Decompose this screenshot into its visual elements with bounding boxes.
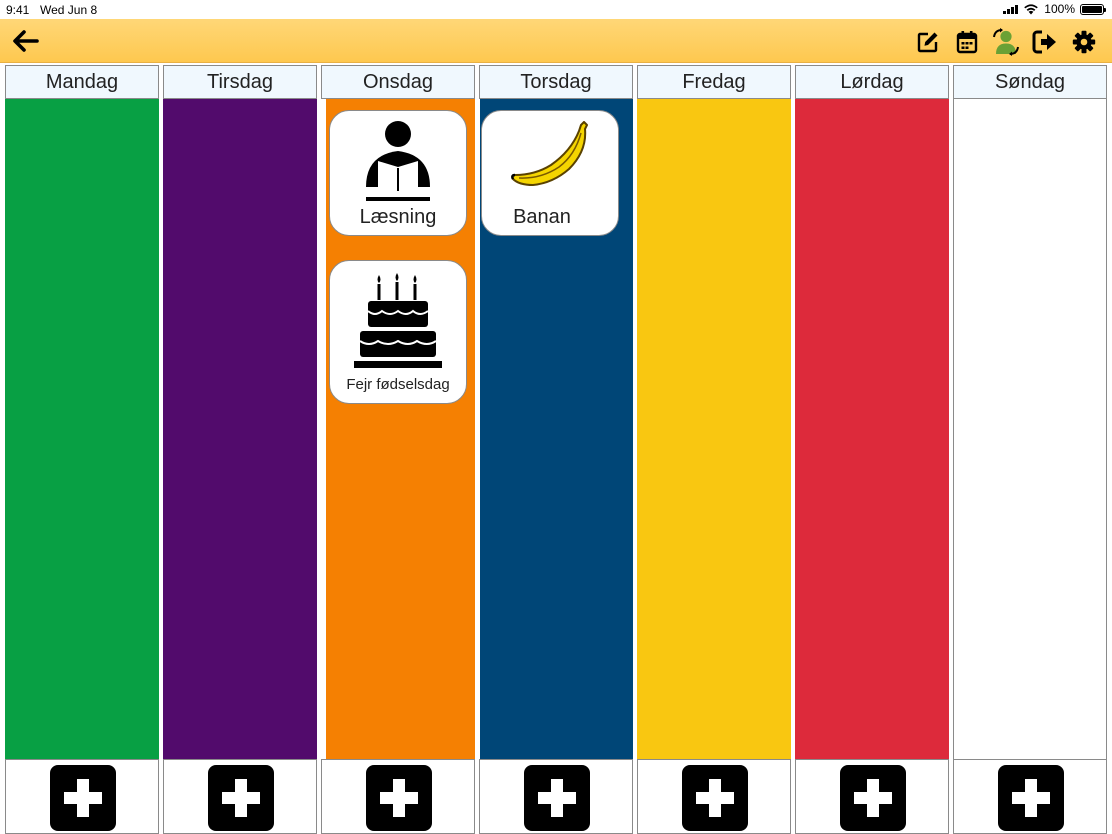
switch-user-icon (992, 28, 1019, 56)
edit-button[interactable] (913, 28, 942, 56)
day-column-tirsdag: Tirsdag (163, 64, 317, 834)
plus-icon-bar (64, 792, 102, 804)
gear-icon (1072, 30, 1095, 54)
day-body[interactable] (5, 99, 159, 759)
calendar-icon (956, 31, 977, 54)
add-activity-button[interactable] (998, 765, 1064, 831)
top-toolbar (0, 19, 1112, 63)
day-header: Mandag (5, 65, 159, 99)
day-footer (795, 759, 949, 834)
day-header: Fredag (637, 65, 791, 99)
plus-icon-bar (538, 792, 576, 804)
back-button[interactable] (10, 28, 40, 54)
plus-icon-bar (380, 792, 418, 804)
day-footer (479, 759, 633, 834)
day-footer (321, 759, 475, 834)
toolbar-actions (913, 28, 1098, 56)
logout-button[interactable] (1030, 28, 1059, 56)
status-date: Wed Jun 8 (40, 3, 98, 17)
day-header: Søndag (953, 65, 1107, 99)
day-body[interactable] (637, 99, 791, 759)
settings-button[interactable] (1069, 28, 1098, 56)
day-body[interactable] (795, 99, 949, 759)
day-footer (637, 759, 791, 834)
activity-card[interactable]: Læsning (329, 110, 467, 236)
add-activity-button[interactable] (50, 765, 116, 831)
plus-icon-bar (1012, 792, 1050, 804)
calendar-button[interactable] (952, 28, 981, 56)
arrow-left-icon (13, 30, 39, 52)
day-column-onsdag: Onsdag Læsning Fejr fødselsdag (321, 64, 475, 834)
day-footer (163, 759, 317, 834)
switch-user-button[interactable] (991, 28, 1020, 56)
plus-icon-bar (222, 792, 260, 804)
add-activity-button[interactable] (682, 765, 748, 831)
banana-icon (511, 121, 588, 186)
day-column-mandag: Mandag (5, 64, 159, 834)
plus-icon-bar (696, 792, 734, 804)
day-footer (5, 759, 159, 834)
logout-icon (1032, 30, 1056, 54)
add-activity-button[interactable] (208, 765, 274, 831)
day-body[interactable] (163, 99, 317, 759)
reading-person-icon (366, 121, 430, 201)
activity-card[interactable]: Fejr fødselsdag (329, 260, 467, 404)
activity-label: Banan (513, 206, 571, 228)
status-bar: 9:41 Wed Jun 8 100% (0, 0, 1112, 19)
day-header: Torsdag (479, 65, 633, 99)
status-indicators: 100% (1003, 2, 1106, 16)
add-activity-button[interactable] (524, 765, 590, 831)
day-column-lordag: Lørdag (795, 64, 949, 834)
edit-icon (917, 32, 937, 53)
day-header: Lørdag (795, 65, 949, 99)
day-column-fredag: Fredag (637, 64, 791, 834)
day-column-sondag: Søndag (953, 64, 1107, 834)
day-body[interactable] (953, 99, 1107, 759)
plus-icon-bar (854, 792, 892, 804)
battery-icon (1080, 3, 1106, 15)
battery-percentage: 100% (1044, 2, 1075, 16)
birthday-cake-icon (354, 273, 442, 368)
wifi-icon (1024, 4, 1039, 15)
add-activity-button[interactable] (366, 765, 432, 831)
activity-card[interactable]: Banan (481, 110, 619, 236)
day-column-torsdag: Torsdag Banan (479, 64, 633, 834)
activity-label: Fejr fødselsdag (346, 376, 450, 393)
cellular-signal-icon (1003, 4, 1019, 14)
day-footer (953, 759, 1107, 834)
status-time: 9:41 (6, 3, 30, 17)
day-header: Tirsdag (163, 65, 317, 99)
activity-label: Læsning (359, 206, 437, 228)
week-schedule: Mandag Tirsdag Onsdag Læsning Fejr fødse… (0, 64, 1112, 834)
day-header: Onsdag (321, 65, 475, 99)
add-activity-button[interactable] (840, 765, 906, 831)
